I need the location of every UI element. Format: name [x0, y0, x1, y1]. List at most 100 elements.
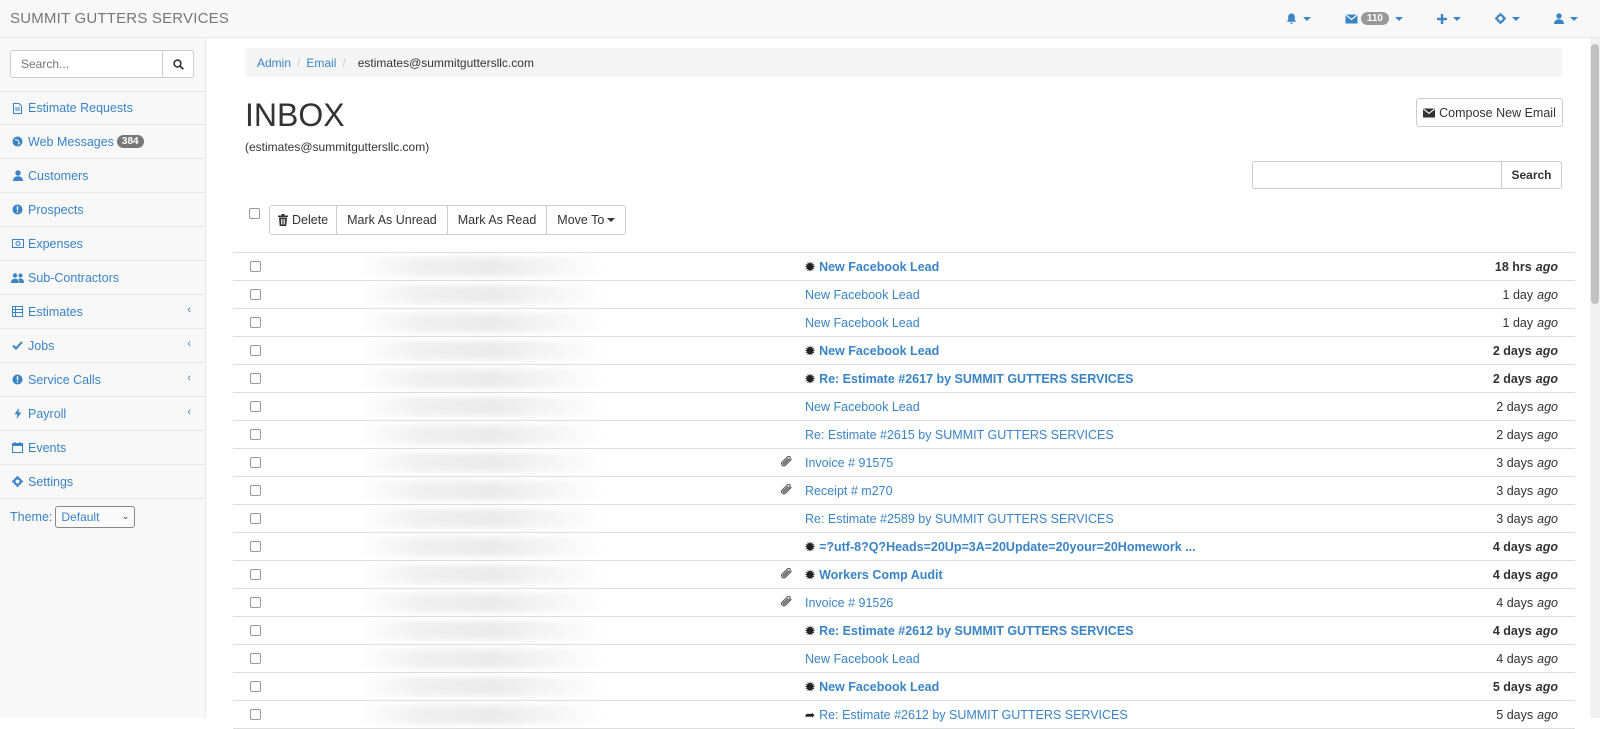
table-row[interactable]: ✹ =?utf-8?Q?Heads=20Up=3A=20Update=20your…: [233, 533, 1575, 561]
message-subject[interactable]: ✹ Workers Comp Audit: [805, 561, 943, 588]
message-subject[interactable]: ➦ Re: Estimate #2612 by SUMMIT GUTTERS SE…: [805, 701, 1128, 728]
theme-row: Theme: Default ⌄: [0, 499, 205, 535]
row-checkbox[interactable]: [250, 401, 261, 412]
reply-icon: ➦: [805, 707, 816, 722]
row-checkbox[interactable]: [250, 709, 261, 720]
sidebar-item-expenses[interactable]: Expenses: [0, 227, 205, 261]
sidebar-item-web-messages[interactable]: Web Messages 384: [0, 125, 205, 159]
row-checkbox[interactable]: [250, 541, 261, 552]
sidebar-item-customers[interactable]: Customers: [0, 159, 205, 193]
scrollbar-thumb[interactable]: [1591, 44, 1599, 304]
table-row[interactable]: ✹ Re: Estimate #2612 by SUMMIT GUTTERS SE…: [233, 617, 1575, 645]
message-subject[interactable]: Re: Estimate #2615 by SUMMIT GUTTERS SER…: [805, 421, 1114, 448]
row-checkbox[interactable]: [250, 681, 261, 692]
row-checkbox[interactable]: [250, 429, 261, 440]
row-checkbox[interactable]: [250, 261, 261, 272]
row-checkbox[interactable]: [250, 485, 261, 496]
message-subject[interactable]: ✹ New Facebook Lead: [805, 337, 939, 364]
sidebar-item-events[interactable]: Events: [0, 431, 205, 465]
breadcrumb-admin[interactable]: Admin: [257, 56, 291, 70]
table-row[interactable]: ✹ New Facebook Lead 18 hrs ago: [233, 253, 1575, 281]
table-row[interactable]: Invoice # 91575 3 days ago: [233, 449, 1575, 477]
message-subject[interactable]: Receipt # m270: [805, 477, 893, 504]
message-time-suffix: ago: [1535, 623, 1558, 638]
sidebar-item-settings[interactable]: Settings: [0, 465, 205, 499]
message-subject[interactable]: ✹ New Facebook Lead: [805, 673, 939, 700]
message-subject-text: New Facebook Lead: [819, 343, 940, 358]
table-row[interactable]: ✹ New Facebook Lead 5 days ago: [233, 673, 1575, 701]
table-row[interactable]: ✹ New Facebook Lead 2 days ago: [233, 337, 1575, 365]
brand-title[interactable]: SUMMIT GUTTERS SERVICES: [10, 10, 229, 27]
mark-as-read-button[interactable]: Mark As Read: [446, 205, 548, 235]
table-row[interactable]: ✹ Re: Estimate #2617 by SUMMIT GUTTERS SE…: [233, 365, 1575, 393]
messages-dropdown[interactable]: 110: [1345, 12, 1403, 25]
table-row[interactable]: Re: Estimate #2615 by SUMMIT GUTTERS SER…: [233, 421, 1575, 449]
mail-search-input[interactable]: [1252, 161, 1501, 189]
row-checkbox[interactable]: [250, 653, 261, 664]
mail-search-button[interactable]: Search: [1501, 161, 1562, 189]
file-icon: [11, 102, 24, 114]
sidebar-item-sub-contractors[interactable]: Sub-Contractors: [0, 261, 205, 295]
message-time-value: 5 days: [1492, 679, 1532, 694]
table-row[interactable]: Re: Estimate #2589 by SUMMIT GUTTERS SER…: [233, 505, 1575, 533]
bolt-icon: [11, 408, 24, 419]
table-row[interactable]: ✹ Workers Comp Audit 4 days ago: [233, 561, 1575, 589]
message-subject[interactable]: New Facebook Lead: [805, 393, 920, 420]
sidebar-search-input[interactable]: [10, 50, 162, 78]
row-checkbox[interactable]: [250, 289, 261, 300]
sidebar-item-estimate-requests[interactable]: Estimate Requests: [0, 91, 205, 125]
user-dropdown[interactable]: [1554, 13, 1578, 24]
mark-as-unread-button[interactable]: Mark As Unread: [336, 205, 448, 235]
message-subject[interactable]: New Facebook Lead: [805, 309, 920, 336]
message-time: 3 days ago: [1496, 505, 1558, 532]
compose-email-button[interactable]: Compose New Email: [1416, 98, 1563, 127]
move-to-label: Move To: [557, 213, 605, 227]
message-subject[interactable]: Re: Estimate #2589 by SUMMIT GUTTERS SER…: [805, 505, 1114, 532]
message-subject[interactable]: ✹ =?utf-8?Q?Heads=20Up=3A=20Update=20your…: [805, 533, 1196, 560]
breadcrumb-email[interactable]: Email: [306, 56, 336, 70]
theme-select[interactable]: Default ⌄: [55, 506, 136, 528]
sidebar-item-jobs[interactable]: Jobs ‹: [0, 329, 205, 363]
scrollbar[interactable]: [1590, 38, 1600, 718]
table-row[interactable]: New Facebook Lead 4 days ago: [233, 645, 1575, 673]
sidebar-item-prospects[interactable]: Prospects: [0, 193, 205, 227]
sidebar-search-button[interactable]: [162, 50, 194, 78]
sidebar-item-label: Settings: [28, 474, 74, 489]
message-subject[interactable]: Invoice # 91526: [805, 589, 893, 616]
table-row[interactable]: New Facebook Lead 2 days ago: [233, 393, 1575, 421]
row-checkbox[interactable]: [250, 317, 261, 328]
move-to-button[interactable]: Move To: [546, 205, 627, 235]
select-all-checkbox[interactable]: [249, 208, 260, 219]
settings-dropdown[interactable]: [1495, 13, 1520, 24]
delete-button[interactable]: Delete: [269, 205, 338, 235]
table-row[interactable]: Receipt # m270 3 days ago: [233, 477, 1575, 505]
row-checkbox[interactable]: [250, 513, 261, 524]
message-subject[interactable]: Invoice # 91575: [805, 449, 893, 476]
row-checkbox[interactable]: [250, 625, 261, 636]
table-row[interactable]: New Facebook Lead 1 day ago: [233, 281, 1575, 309]
row-checkbox[interactable]: [250, 597, 261, 608]
sidebar-item-payroll[interactable]: Payroll ‹: [0, 397, 205, 431]
notifications-dropdown[interactable]: [1286, 13, 1311, 25]
message-subject[interactable]: ✹ Re: Estimate #2612 by SUMMIT GUTTERS SE…: [805, 617, 1134, 644]
message-time: 4 days ago: [1496, 589, 1558, 616]
sidebar-item-estimates[interactable]: Estimates ‹: [0, 295, 205, 329]
new-message-icon: ✹: [805, 371, 816, 386]
add-dropdown[interactable]: [1437, 13, 1461, 24]
sidebar-item-service-calls[interactable]: Service Calls ‹: [0, 363, 205, 397]
message-subject[interactable]: ✹ New Facebook Lead: [805, 253, 939, 280]
message-subject[interactable]: New Facebook Lead: [805, 281, 920, 308]
row-checkbox[interactable]: [250, 569, 261, 580]
sender-redacted: [357, 481, 607, 500]
row-checkbox[interactable]: [250, 457, 261, 468]
message-subject-text: New Facebook Lead: [805, 399, 920, 414]
table-row[interactable]: New Facebook Lead 1 day ago: [233, 309, 1575, 337]
message-time: 2 days ago: [1493, 337, 1558, 364]
message-subject[interactable]: New Facebook Lead: [805, 645, 920, 672]
table-row[interactable]: Invoice # 91526 4 days ago: [233, 589, 1575, 617]
table-row[interactable]: ➦ Re: Estimate #2612 by SUMMIT GUTTERS SE…: [233, 701, 1575, 729]
message-subject[interactable]: ✹ Re: Estimate #2617 by SUMMIT GUTTERS SE…: [805, 365, 1134, 392]
row-checkbox[interactable]: [250, 373, 261, 384]
new-message-icon: ✹: [805, 567, 816, 582]
row-checkbox[interactable]: [250, 345, 261, 356]
